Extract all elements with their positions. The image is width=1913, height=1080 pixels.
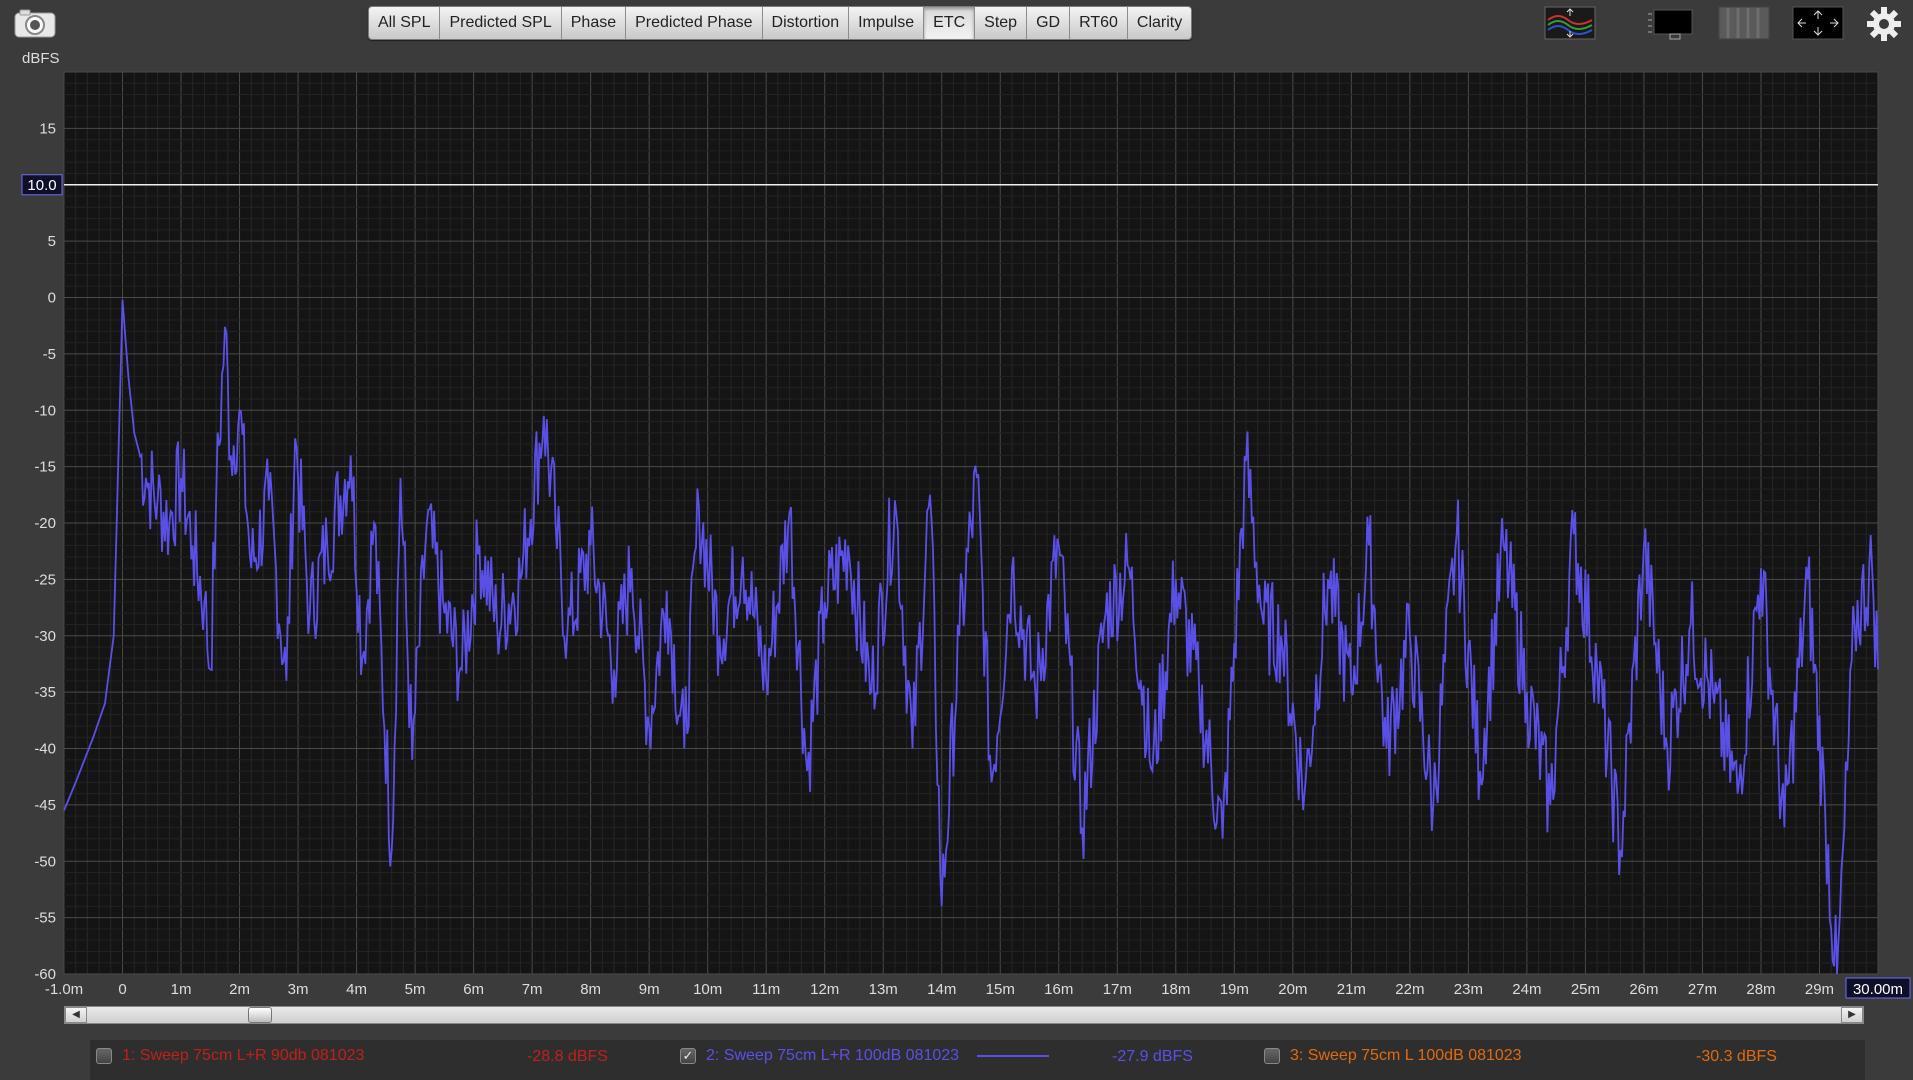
x-tick-label: 25m xyxy=(1571,981,1600,998)
x-tick-label: 12m xyxy=(810,981,839,998)
y-tick-label: -45 xyxy=(34,797,56,814)
x-tick-label: 6m xyxy=(463,981,484,998)
y-tick-label: -50 xyxy=(34,853,56,870)
x-axis-ticks: -1.0m 0 1m 2m 3m 4m 5m 6m 7m 8m 9m 10m 11m 12m 13m 14m 1… xyxy=(45,981,1834,998)
scroll-left-button[interactable]: ◀ xyxy=(65,1007,87,1023)
cursor-value-label: 10.0 xyxy=(27,177,56,194)
y-tick-label: -55 xyxy=(34,910,56,927)
x-tick-label: 7m xyxy=(522,981,543,998)
y-tick-label: -15 xyxy=(34,459,56,476)
x-tick-label: 22m xyxy=(1395,981,1424,998)
x-end-value-label: 30.00m xyxy=(1853,981,1903,998)
y-tick-label: -25 xyxy=(34,571,56,588)
x-tick-label: 26m xyxy=(1629,981,1658,998)
legend-label-3: 3: Sweep 75cm L 100dB 081023 xyxy=(1290,1047,1522,1064)
x-tick-label: 27m xyxy=(1688,981,1717,998)
x-tick-label: 16m xyxy=(1044,981,1073,998)
y-axis-ticks: 1550-5-10-15-20-25-30-35-40-45-50-55-60 xyxy=(34,120,56,983)
x-tick-label: 9m xyxy=(639,981,660,998)
y-tick-label: -35 xyxy=(34,684,56,701)
legend-checkbox-1[interactable] xyxy=(96,1048,112,1064)
legend-value-1: -28.8 dBFS xyxy=(527,1048,608,1065)
x-tick-label: 29m xyxy=(1805,981,1834,998)
y-tick-label: -40 xyxy=(34,741,56,758)
etc-plot[interactable]: 1550-5-10-15-20-25-30-35-40-45-50-55-60 … xyxy=(0,0,1913,1000)
legend-checkbox-2[interactable]: ✓ xyxy=(680,1048,696,1064)
legend-value-2: -27.9 dBFS xyxy=(1112,1048,1193,1065)
measurement-legend: 1: Sweep 75cm L+R 90db 081023 -28.8 dBFS… xyxy=(90,1040,1865,1080)
x-tick-label: 0 xyxy=(118,981,126,998)
legend-value-3: -30.3 dBFS xyxy=(1696,1048,1777,1065)
legend-checkbox-3[interactable] xyxy=(1264,1048,1280,1064)
horizontal-scrollbar[interactable]: ◀ ▶ xyxy=(64,1006,1864,1024)
legend-label-1: 1: Sweep 75cm L+R 90db 081023 xyxy=(122,1047,365,1064)
x-tick-label: 11m xyxy=(752,981,780,998)
x-tick-label: -1.0m xyxy=(45,981,83,998)
scroll-right-button[interactable]: ▶ xyxy=(1841,1007,1863,1023)
x-tick-label: 19m xyxy=(1220,981,1249,998)
y-tick-label: 0 xyxy=(48,290,56,307)
legend-item-1[interactable]: 1: Sweep 75cm L+R 90db 081023 xyxy=(96,1040,364,1072)
x-tick-label: 8m xyxy=(580,981,601,998)
x-tick-label: 1m xyxy=(171,981,192,998)
x-tick-label: 17m xyxy=(1103,981,1132,998)
y-tick-label: -10 xyxy=(34,402,56,419)
x-tick-label: 23m xyxy=(1454,981,1483,998)
x-tick-label: 20m xyxy=(1278,981,1307,998)
y-tick-label: -5 xyxy=(43,346,56,363)
x-tick-label: 5m xyxy=(405,981,426,998)
x-tick-label: 21m xyxy=(1337,981,1366,998)
x-tick-label: 4m xyxy=(346,981,367,998)
legend-item-3[interactable]: 3: Sweep 75cm L 100dB 081023 xyxy=(1264,1040,1522,1072)
scroll-thumb[interactable] xyxy=(248,1007,272,1023)
legend-label-2: 2: Sweep 75cm L+R 100dB 081023 xyxy=(706,1047,960,1064)
x-tick-label: 24m xyxy=(1512,981,1541,998)
y-tick-label: 15 xyxy=(39,120,56,137)
x-tick-label: 10m xyxy=(693,981,722,998)
x-tick-label: 28m xyxy=(1746,981,1775,998)
y-tick-label: 5 xyxy=(48,233,56,250)
y-tick-label: -30 xyxy=(34,628,56,645)
x-tick-label: 13m xyxy=(869,981,898,998)
x-tick-label: 15m xyxy=(986,981,1015,998)
x-tick-label: 2m xyxy=(229,981,250,998)
x-tick-label: 18m xyxy=(1161,981,1190,998)
x-tick-label: 3m xyxy=(288,981,309,998)
legend-line-swatch-2 xyxy=(977,1055,1050,1057)
y-tick-label: -20 xyxy=(34,515,56,532)
x-tick-label: 14m xyxy=(927,981,956,998)
legend-item-2[interactable]: ✓ 2: Sweep 75cm L+R 100dB 081023 xyxy=(680,1040,1050,1072)
